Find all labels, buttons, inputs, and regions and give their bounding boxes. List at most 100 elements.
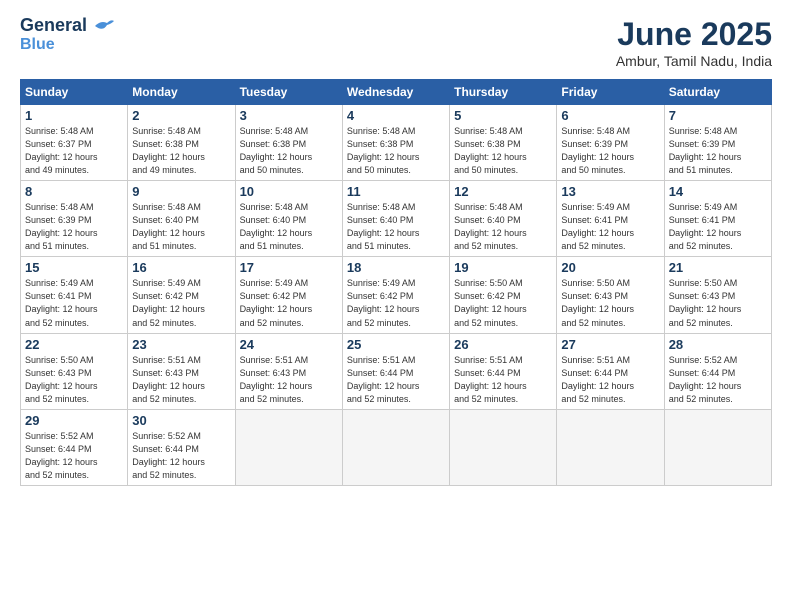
cell-info: Sunrise: 5:48 AM Sunset: 6:39 PM Dayligh… [561,125,659,177]
calendar-cell: 2 Sunrise: 5:48 AM Sunset: 6:38 PM Daylig… [128,105,235,181]
cell-info: Sunrise: 5:51 AM Sunset: 6:43 PM Dayligh… [132,354,230,406]
day-number: 8 [25,184,123,199]
calendar-cell: 13Sunrise: 5:49 AM Sunset: 6:41 PM Dayli… [557,181,664,257]
cell-info: Sunrise: 5:51 AM Sunset: 6:44 PM Dayligh… [347,354,445,406]
calendar-body: 1Sunrise: 5:48 AM Sunset: 6:37 PM Daylig… [21,105,772,486]
calendar-cell: 10Sunrise: 5:48 AM Sunset: 6:40 PM Dayli… [235,181,342,257]
calendar-week-row-4: 22 Sunrise: 5:50 AM Sunset: 6:43 PM Dayli… [21,333,772,409]
calendar-cell: 19 Sunrise: 5:50 AM Sunset: 6:42 PM Dayli… [450,257,557,333]
cell-info: Sunrise: 5:52 AM Sunset: 6:44 PM Dayligh… [132,430,230,482]
header: General Blue June 2025 Ambur, Tamil Nadu… [20,16,772,69]
cell-info: Sunrise: 5:48 AM Sunset: 6:40 PM Dayligh… [240,201,338,253]
calendar-cell: 22 Sunrise: 5:50 AM Sunset: 6:43 PM Dayli… [21,333,128,409]
calendar-week-row-1: 1Sunrise: 5:48 AM Sunset: 6:37 PM Daylig… [21,105,772,181]
calendar-header-row: SundayMondayTuesdayWednesdayThursdayFrid… [21,80,772,105]
day-number: 2 [132,108,230,123]
header-cell-wednesday: Wednesday [342,80,449,105]
day-number: 30 [132,413,230,428]
logo: General Blue [20,16,115,53]
cell-info: Sunrise: 5:48 AM Sunset: 6:39 PM Dayligh… [669,125,767,177]
cell-info: Sunrise: 5:49 AM Sunset: 6:41 PM Dayligh… [669,201,767,253]
calendar-table: SundayMondayTuesdayWednesdayThursdayFrid… [20,79,772,486]
day-number: 25 [347,337,445,352]
location-subtitle: Ambur, Tamil Nadu, India [616,53,772,69]
calendar-cell: 17Sunrise: 5:49 AM Sunset: 6:42 PM Dayli… [235,257,342,333]
calendar-cell: 4Sunrise: 5:48 AM Sunset: 6:38 PM Daylig… [342,105,449,181]
day-number: 23 [132,337,230,352]
cell-info: Sunrise: 5:49 AM Sunset: 6:42 PM Dayligh… [347,277,445,329]
header-cell-tuesday: Tuesday [235,80,342,105]
calendar-cell: 30 Sunrise: 5:52 AM Sunset: 6:44 PM Dayli… [128,409,235,485]
cell-info: Sunrise: 5:48 AM Sunset: 6:40 PM Dayligh… [454,201,552,253]
day-number: 14 [669,184,767,199]
calendar-week-row-2: 8Sunrise: 5:48 AM Sunset: 6:39 PM Daylig… [21,181,772,257]
calendar-cell: 7Sunrise: 5:48 AM Sunset: 6:39 PM Daylig… [664,105,771,181]
cell-info: Sunrise: 5:48 AM Sunset: 6:38 PM Dayligh… [132,125,230,177]
day-number: 4 [347,108,445,123]
day-number: 11 [347,184,445,199]
calendar-cell: 9Sunrise: 5:48 AM Sunset: 6:40 PM Daylig… [128,181,235,257]
calendar-cell: 5Sunrise: 5:48 AM Sunset: 6:38 PM Daylig… [450,105,557,181]
calendar-week-row-5: 29 Sunrise: 5:52 AM Sunset: 6:44 PM Dayli… [21,409,772,485]
header-cell-thursday: Thursday [450,80,557,105]
cell-info: Sunrise: 5:48 AM Sunset: 6:40 PM Dayligh… [132,201,230,253]
cell-info: Sunrise: 5:50 AM Sunset: 6:43 PM Dayligh… [561,277,659,329]
day-number: 18 [347,260,445,275]
cell-info: Sunrise: 5:52 AM Sunset: 6:44 PM Dayligh… [669,354,767,406]
day-number: 12 [454,184,552,199]
calendar-cell: 29 Sunrise: 5:52 AM Sunset: 6:44 PM Dayli… [21,409,128,485]
calendar-cell: 3 Sunrise: 5:48 AM Sunset: 6:38 PM Daylig… [235,105,342,181]
page: General Blue June 2025 Ambur, Tamil Nadu… [0,0,792,612]
day-number: 20 [561,260,659,275]
month-title: June 2025 [616,16,772,53]
cell-info: Sunrise: 5:48 AM Sunset: 6:38 PM Dayligh… [240,125,338,177]
cell-info: Sunrise: 5:49 AM Sunset: 6:42 PM Dayligh… [132,277,230,329]
header-cell-monday: Monday [128,80,235,105]
calendar-cell: 14 Sunrise: 5:49 AM Sunset: 6:41 PM Dayli… [664,181,771,257]
calendar-cell: 25 Sunrise: 5:51 AM Sunset: 6:44 PM Dayli… [342,333,449,409]
day-number: 21 [669,260,767,275]
cell-info: Sunrise: 5:48 AM Sunset: 6:38 PM Dayligh… [454,125,552,177]
cell-info: Sunrise: 5:51 AM Sunset: 6:44 PM Dayligh… [454,354,552,406]
day-number: 24 [240,337,338,352]
day-number: 17 [240,260,338,275]
cell-info: Sunrise: 5:51 AM Sunset: 6:44 PM Dayligh… [561,354,659,406]
cell-info: Sunrise: 5:50 AM Sunset: 6:42 PM Dayligh… [454,277,552,329]
day-number: 13 [561,184,659,199]
calendar-cell: 8Sunrise: 5:48 AM Sunset: 6:39 PM Daylig… [21,181,128,257]
calendar-cell: 1Sunrise: 5:48 AM Sunset: 6:37 PM Daylig… [21,105,128,181]
cell-info: Sunrise: 5:50 AM Sunset: 6:43 PM Dayligh… [25,354,123,406]
calendar-cell [450,409,557,485]
calendar-cell: 27 Sunrise: 5:51 AM Sunset: 6:44 PM Dayli… [557,333,664,409]
calendar-cell [235,409,342,485]
calendar-cell: 24 Sunrise: 5:51 AM Sunset: 6:43 PM Dayli… [235,333,342,409]
day-number: 28 [669,337,767,352]
calendar-cell [664,409,771,485]
cell-info: Sunrise: 5:49 AM Sunset: 6:41 PM Dayligh… [25,277,123,329]
calendar-cell: 12 Sunrise: 5:48 AM Sunset: 6:40 PM Dayli… [450,181,557,257]
day-number: 22 [25,337,123,352]
day-number: 15 [25,260,123,275]
calendar-cell: 15 Sunrise: 5:49 AM Sunset: 6:41 PM Dayli… [21,257,128,333]
day-number: 16 [132,260,230,275]
calendar-week-row-3: 15 Sunrise: 5:49 AM Sunset: 6:41 PM Dayli… [21,257,772,333]
day-number: 27 [561,337,659,352]
day-number: 29 [25,413,123,428]
header-cell-friday: Friday [557,80,664,105]
calendar-cell: 21 Sunrise: 5:50 AM Sunset: 6:43 PM Dayli… [664,257,771,333]
calendar-cell: 18 Sunrise: 5:49 AM Sunset: 6:42 PM Dayli… [342,257,449,333]
logo-text: General [20,16,115,36]
cell-info: Sunrise: 5:52 AM Sunset: 6:44 PM Dayligh… [25,430,123,482]
logo-bird-icon [93,18,115,34]
day-number: 19 [454,260,552,275]
calendar-cell: 11 Sunrise: 5:48 AM Sunset: 6:40 PM Dayli… [342,181,449,257]
cell-info: Sunrise: 5:50 AM Sunset: 6:43 PM Dayligh… [669,277,767,329]
title-block: June 2025 Ambur, Tamil Nadu, India [616,16,772,69]
day-number: 1 [25,108,123,123]
day-number: 3 [240,108,338,123]
cell-info: Sunrise: 5:51 AM Sunset: 6:43 PM Dayligh… [240,354,338,406]
calendar-cell: 20 Sunrise: 5:50 AM Sunset: 6:43 PM Dayli… [557,257,664,333]
cell-info: Sunrise: 5:48 AM Sunset: 6:40 PM Dayligh… [347,201,445,253]
calendar-cell: 6 Sunrise: 5:48 AM Sunset: 6:39 PM Daylig… [557,105,664,181]
day-number: 6 [561,108,659,123]
